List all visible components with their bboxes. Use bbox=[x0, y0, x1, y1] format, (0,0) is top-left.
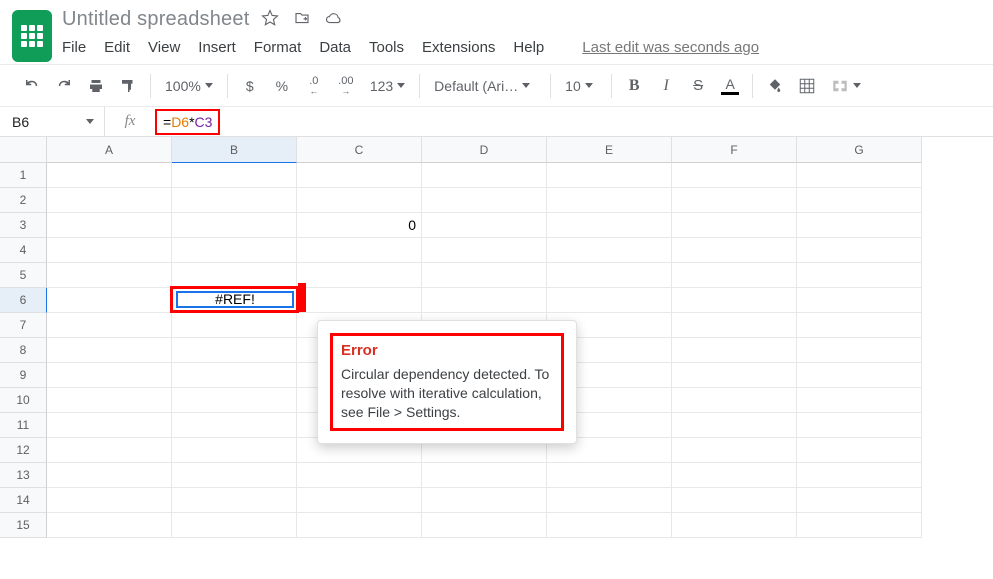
row-header-2[interactable]: 2 bbox=[0, 188, 47, 213]
col-header-e[interactable]: E bbox=[547, 137, 672, 163]
row-header-7[interactable]: 7 bbox=[0, 313, 47, 338]
row-header-14[interactable]: 14 bbox=[0, 488, 47, 513]
increase-decimal-button[interactable]: .00→ bbox=[334, 73, 358, 99]
undo-button[interactable] bbox=[20, 73, 44, 99]
document-title[interactable]: Untitled spreadsheet bbox=[62, 8, 249, 31]
menu-extensions[interactable]: Extensions bbox=[422, 39, 495, 56]
row-header-8[interactable]: 8 bbox=[0, 338, 47, 363]
menu-view[interactable]: View bbox=[148, 39, 180, 56]
row-header-4[interactable]: 4 bbox=[0, 238, 47, 263]
last-edit-link[interactable]: Last edit was seconds ago bbox=[582, 39, 759, 56]
cell-b6-value: #REF! bbox=[176, 291, 294, 308]
zoom-dropdown[interactable]: 100% bbox=[161, 78, 217, 94]
row-header-13[interactable]: 13 bbox=[0, 463, 47, 488]
row-header-6[interactable]: 6 bbox=[0, 288, 47, 313]
app-header: Untitled spreadsheet File Edit View bbox=[0, 0, 993, 65]
col-header-f[interactable]: F bbox=[672, 137, 797, 163]
cell-c3[interactable]: 0 bbox=[297, 213, 422, 238]
row-header-12[interactable]: 12 bbox=[0, 438, 47, 463]
column-headers: A B C D E F G bbox=[47, 137, 993, 163]
col-header-d[interactable]: D bbox=[422, 137, 547, 163]
fill-color-button[interactable] bbox=[763, 73, 787, 99]
error-title: Error bbox=[341, 342, 553, 359]
merge-button[interactable] bbox=[827, 77, 865, 95]
error-indicator-icon bbox=[298, 283, 306, 312]
star-icon[interactable] bbox=[261, 9, 279, 30]
strikethrough-button[interactable]: S bbox=[686, 73, 710, 99]
paint-format-button[interactable] bbox=[116, 73, 140, 99]
formula-input[interactable]: =D6*C3 bbox=[155, 109, 220, 135]
col-header-b[interactable]: B bbox=[172, 137, 297, 163]
menu-format[interactable]: Format bbox=[254, 39, 302, 56]
row-header-3[interactable]: 3 bbox=[0, 213, 47, 238]
redo-button[interactable] bbox=[52, 73, 76, 99]
borders-button[interactable] bbox=[795, 73, 819, 99]
menu-data[interactable]: Data bbox=[319, 39, 351, 56]
col-header-c[interactable]: C bbox=[297, 137, 422, 163]
formula-bar: B6 fx =D6*C3 bbox=[0, 107, 993, 137]
menu-insert[interactable]: Insert bbox=[198, 39, 236, 56]
text-color-button[interactable]: A bbox=[718, 73, 742, 99]
name-box[interactable]: B6 bbox=[0, 107, 105, 136]
select-all-corner[interactable] bbox=[0, 137, 47, 163]
move-icon[interactable] bbox=[293, 9, 311, 30]
chevron-down-icon[interactable] bbox=[86, 119, 94, 124]
bold-button[interactable]: B bbox=[622, 73, 646, 99]
cloud-icon[interactable] bbox=[325, 9, 343, 30]
row-header-15[interactable]: 15 bbox=[0, 513, 47, 538]
menu-tools[interactable]: Tools bbox=[369, 39, 404, 56]
cell-b6[interactable]: #REF! bbox=[172, 288, 297, 313]
error-tooltip: Error Circular dependency detected. To r… bbox=[317, 320, 577, 444]
italic-button[interactable]: I bbox=[654, 73, 678, 99]
error-message: Circular dependency detected. To resolve… bbox=[341, 365, 553, 422]
print-button[interactable] bbox=[84, 73, 108, 99]
menu-edit[interactable]: Edit bbox=[104, 39, 130, 56]
decrease-decimal-button[interactable]: .0← bbox=[302, 73, 326, 99]
row-header-9[interactable]: 9 bbox=[0, 363, 47, 388]
menu-bar: File Edit View Insert Format Data Tools … bbox=[62, 33, 759, 64]
title-row: Untitled spreadsheet File Edit View bbox=[12, 8, 981, 64]
number-format-dropdown[interactable]: 123 bbox=[366, 78, 409, 94]
row-headers: 1 2 3 4 5 6 7 8 9 10 11 12 13 14 15 bbox=[0, 163, 47, 538]
menu-file[interactable]: File bbox=[62, 39, 86, 56]
col-header-a[interactable]: A bbox=[47, 137, 172, 163]
toolbar: 100% $ % .0← .00→ 123 Default (Ari… 10 B… bbox=[0, 65, 993, 107]
percent-button[interactable]: % bbox=[270, 73, 294, 99]
sheets-logo-icon[interactable] bbox=[12, 10, 52, 62]
currency-button[interactable]: $ bbox=[238, 73, 262, 99]
fx-icon: fx bbox=[105, 113, 155, 130]
row-header-10[interactable]: 10 bbox=[0, 388, 47, 413]
row-header-11[interactable]: 11 bbox=[0, 413, 47, 438]
font-dropdown[interactable]: Default (Ari… bbox=[430, 78, 540, 94]
row-header-1[interactable]: 1 bbox=[0, 163, 47, 188]
menu-help[interactable]: Help bbox=[513, 39, 544, 56]
font-size-dropdown[interactable]: 10 bbox=[561, 78, 601, 94]
col-header-g[interactable]: G bbox=[797, 137, 922, 163]
row-header-5[interactable]: 5 bbox=[0, 263, 47, 288]
